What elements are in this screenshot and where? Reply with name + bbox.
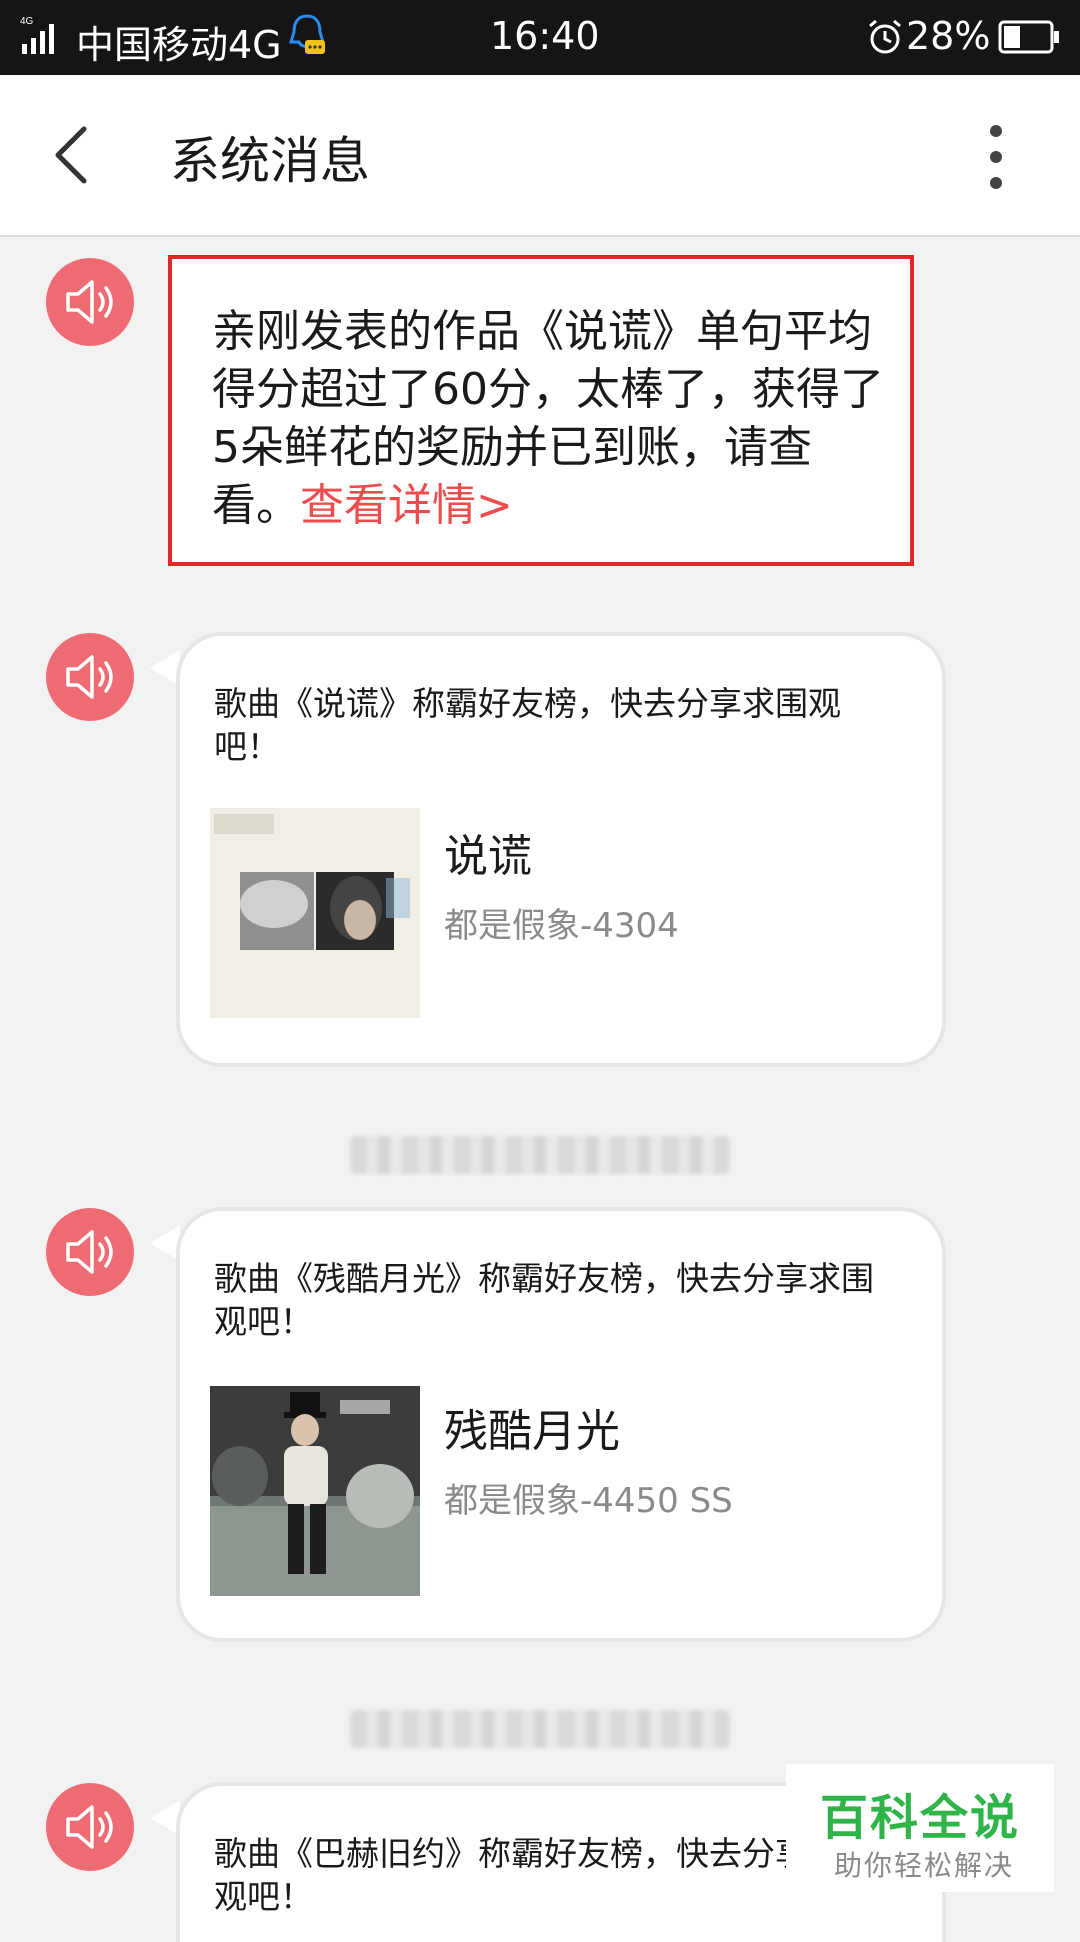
- message-text: 歌曲《说谎》称霸好友榜，快去分享求围观吧！: [214, 684, 841, 766]
- header-bar: 系统消息: [0, 75, 1080, 237]
- svg-text:4G: 4G: [20, 16, 34, 27]
- battery-icon: [998, 20, 1059, 54]
- system-avatar: [46, 1208, 134, 1296]
- song-title: 说谎: [444, 831, 532, 882]
- song-subtitle: 都是假象-4450 SS: [444, 1481, 733, 1521]
- timestamp-blurred: [350, 1710, 730, 1748]
- timestamp-blurred: [350, 1136, 730, 1174]
- alarm-icon: [869, 19, 901, 54]
- song-subtitle: 都是假象-4304: [444, 906, 679, 946]
- song-title: 残酷月光: [444, 1406, 620, 1457]
- speaker-icon: [66, 280, 113, 324]
- carrier-name: 中国移动4G: [76, 23, 282, 67]
- more-options-icon[interactable]: [976, 121, 1016, 193]
- watermark-title: 百科全说: [820, 1790, 1021, 1846]
- view-details-link[interactable]: 查看详情>: [300, 480, 513, 531]
- song-card[interactable]: 歌曲《残酷月光》称霸好友榜，快去分享求围观吧！ 残酷月光 都是假象-4450 S…: [176, 1207, 946, 1642]
- message-bubble-highlighted[interactable]: 亲刚发表的作品《说谎》单句平均得分超过了60分，太棒了，获得了5朵鲜花的奖励并已…: [168, 255, 914, 566]
- message-text: 亲刚发表的作品《说谎》单句平均得分超过了60分，太棒了，获得了5朵鲜花的奖励并已…: [212, 303, 892, 535]
- speaker-icon: [66, 1805, 113, 1849]
- clock: 16:40: [490, 14, 600, 58]
- signal-icon: 4G: [20, 16, 54, 54]
- speaker-icon: [66, 1230, 113, 1274]
- watermark-subtitle: 助你轻松解决: [834, 1849, 1015, 1882]
- watermark: 百科全说 助你轻松解决: [786, 1764, 1054, 1892]
- system-avatar: [46, 258, 134, 346]
- album-cover-image[interactable]: [210, 1386, 420, 1596]
- back-arrow-icon[interactable]: [48, 123, 98, 187]
- album-cover-image[interactable]: [210, 808, 420, 1018]
- system-avatar: [46, 1783, 134, 1871]
- status-bar: 4G 中国移动4G 16:40 28%: [0, 0, 1080, 75]
- song-card[interactable]: 歌曲《说谎》称霸好友榜，快去分享求围观吧！ 说谎 都是假象-4304: [176, 632, 946, 1067]
- battery-percent: 28%: [906, 14, 991, 58]
- message-text: 歌曲《残酷月光》称霸好友榜，快去分享求围观吧！: [214, 1259, 874, 1341]
- speaker-icon: [66, 655, 113, 699]
- page-title: 系统消息: [170, 132, 370, 190]
- qq-notification-icon: [288, 14, 326, 54]
- system-avatar: [46, 633, 134, 721]
